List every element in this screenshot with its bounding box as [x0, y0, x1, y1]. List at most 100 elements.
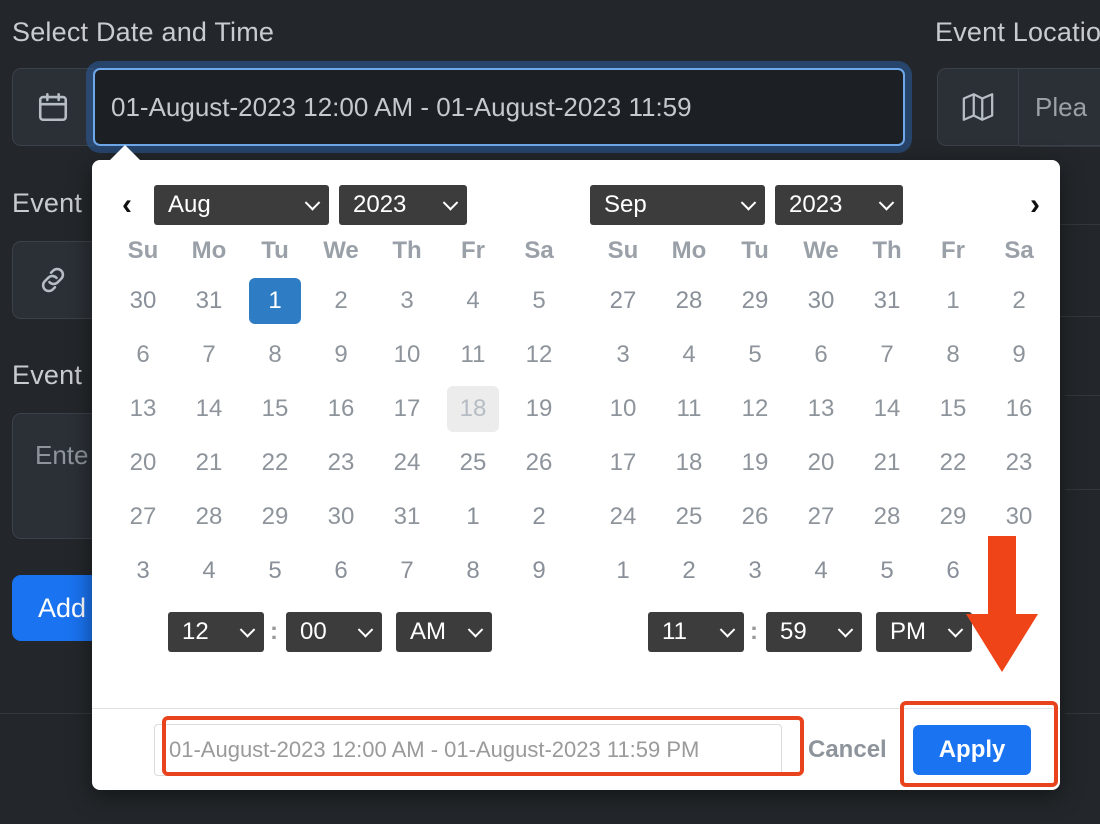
day-cell[interactable]: 12	[722, 382, 788, 436]
apply-button[interactable]: Apply	[912, 724, 1032, 775]
day-cell[interactable]: 29	[242, 490, 308, 544]
day-cell[interactable]: 6	[110, 328, 176, 382]
hour-select-left[interactable]: 12	[168, 612, 264, 652]
day-cell[interactable]: 9	[986, 328, 1052, 382]
day-cell[interactable]: 17	[590, 436, 656, 490]
day-cell[interactable]: 18	[656, 436, 722, 490]
day-cell[interactable]: 9	[308, 328, 374, 382]
year-select-left[interactable]: 2023	[339, 185, 467, 225]
datetime-input-group[interactable]: 01-August-2023 12:00 AM - 01-August-2023…	[12, 68, 1012, 146]
meridiem-select-left[interactable]: AM	[396, 612, 492, 652]
day-cell[interactable]: 26	[722, 490, 788, 544]
day-cell[interactable]: 27	[110, 490, 176, 544]
location-input[interactable]: Plea	[1019, 68, 1100, 146]
day-cell[interactable]: 8	[920, 328, 986, 382]
day-cell[interactable]: 20	[110, 436, 176, 490]
day-cell[interactable]: 2	[308, 274, 374, 328]
cancel-button[interactable]: Cancel	[800, 736, 895, 764]
month-select-right[interactable]: Sep	[590, 185, 765, 225]
location-input-group[interactable]: Plea	[937, 68, 1100, 146]
day-cell[interactable]: 1	[590, 544, 656, 598]
day-cell[interactable]: 17	[374, 382, 440, 436]
day-cell[interactable]: 8	[440, 544, 506, 598]
day-cell[interactable]: 2	[506, 490, 572, 544]
datetime-input[interactable]: 01-August-2023 12:00 AM - 01-August-2023…	[93, 68, 905, 146]
day-cell[interactable]: 5	[242, 544, 308, 598]
day-cell[interactable]: 10	[590, 382, 656, 436]
day-cell[interactable]: 4	[440, 274, 506, 328]
day-cell[interactable]: 25	[656, 490, 722, 544]
day-cell[interactable]: 12	[506, 328, 572, 382]
day-cell[interactable]: 14	[854, 382, 920, 436]
day-cell[interactable]: 28	[854, 490, 920, 544]
day-cell[interactable]: 31	[176, 274, 242, 328]
day-cell[interactable]: 23	[308, 436, 374, 490]
day-cell[interactable]: 30	[308, 490, 374, 544]
day-cell[interactable]: 30	[788, 274, 854, 328]
day-cell[interactable]: 27	[788, 490, 854, 544]
day-cell[interactable]: 21	[176, 436, 242, 490]
day-cell[interactable]: 1	[440, 490, 506, 544]
month-select-left[interactable]: Aug	[154, 185, 329, 225]
day-cell[interactable]: 19	[506, 382, 572, 436]
day-cell[interactable]: 3	[110, 544, 176, 598]
day-cell[interactable]: 31	[854, 274, 920, 328]
day-cell[interactable]: 1	[242, 274, 308, 328]
day-cell[interactable]: 5	[506, 274, 572, 328]
calendar-icon[interactable]	[12, 68, 94, 146]
day-cell[interactable]: 23	[986, 436, 1052, 490]
day-cell[interactable]: 6	[308, 544, 374, 598]
day-cell[interactable]: 24	[590, 490, 656, 544]
day-cell[interactable]: 14	[176, 382, 242, 436]
day-cell[interactable]: 21	[854, 436, 920, 490]
day-cell[interactable]: 19	[722, 436, 788, 490]
day-cell[interactable]: 13	[110, 382, 176, 436]
day-cell[interactable]: 15	[920, 382, 986, 436]
range-display-input[interactable]: 01-August-2023 12:00 AM - 01-August-2023…	[154, 723, 782, 776]
day-cell[interactable]: 22	[920, 436, 986, 490]
map-icon[interactable]	[937, 68, 1019, 146]
day-cell[interactable]: 11	[440, 328, 506, 382]
day-cell[interactable]: 26	[506, 436, 572, 490]
day-cell[interactable]: 29	[722, 274, 788, 328]
day-cell[interactable]: 28	[656, 274, 722, 328]
day-cell[interactable]: 4	[176, 544, 242, 598]
day-cell[interactable]: 18	[440, 382, 506, 436]
day-cell[interactable]: 25	[440, 436, 506, 490]
link-icon[interactable]	[12, 241, 94, 319]
day-cell[interactable]: 2	[656, 544, 722, 598]
day-cell[interactable]: 16	[308, 382, 374, 436]
day-cell[interactable]: 20	[788, 436, 854, 490]
day-cell[interactable]: 7	[854, 328, 920, 382]
day-cell[interactable]: 6	[788, 328, 854, 382]
day-cell[interactable]: 16	[986, 382, 1052, 436]
day-cell[interactable]: 15	[242, 382, 308, 436]
year-select-right[interactable]: 2023	[775, 185, 903, 225]
day-cell[interactable]: 31	[374, 490, 440, 544]
day-cell[interactable]: 9	[506, 544, 572, 598]
day-cell[interactable]: 1	[920, 274, 986, 328]
day-cell[interactable]: 5	[722, 328, 788, 382]
minute-select-left[interactable]: 00	[286, 612, 382, 652]
day-cell[interactable]: 13	[788, 382, 854, 436]
day-cell[interactable]: 3	[374, 274, 440, 328]
day-cell[interactable]: 8	[242, 328, 308, 382]
day-cell[interactable]: 11	[656, 382, 722, 436]
day-cell[interactable]: 22	[242, 436, 308, 490]
day-cell[interactable]: 7	[176, 328, 242, 382]
next-month-button[interactable]: ›	[1018, 185, 1052, 225]
day-cell[interactable]: 24	[374, 436, 440, 490]
hour-select-right[interactable]: 11	[648, 612, 744, 652]
prev-month-button[interactable]: ‹	[110, 185, 144, 225]
day-cell[interactable]: 2	[986, 274, 1052, 328]
day-cell[interactable]: 7	[374, 544, 440, 598]
day-cell[interactable]: 4	[788, 544, 854, 598]
day-cell[interactable]: 10	[374, 328, 440, 382]
day-cell[interactable]: 3	[722, 544, 788, 598]
day-cell[interactable]: 3	[590, 328, 656, 382]
minute-select-right[interactable]: 59	[766, 612, 862, 652]
day-cell[interactable]: 27	[590, 274, 656, 328]
day-cell[interactable]: 30	[110, 274, 176, 328]
day-cell[interactable]: 28	[176, 490, 242, 544]
day-cell[interactable]: 5	[854, 544, 920, 598]
